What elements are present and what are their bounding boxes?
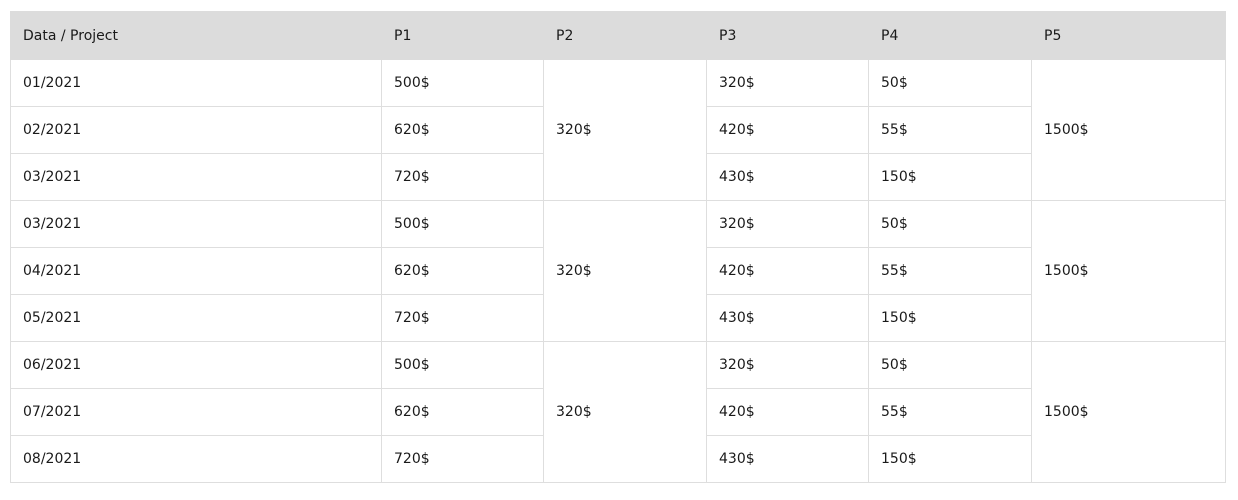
header-p5: P5 xyxy=(1031,11,1226,60)
cell-p4: 50$ xyxy=(868,59,1032,107)
cell-p4: 150$ xyxy=(868,294,1032,342)
cell-p1: 720$ xyxy=(381,435,544,483)
cell-p1: 620$ xyxy=(381,247,544,295)
cell-p3: 320$ xyxy=(706,200,869,248)
table-row: 06/2021 500$ 320$ 320$ 50$ 1500$ xyxy=(10,341,1226,483)
cell-date: 05/2021 xyxy=(10,294,382,342)
header-date-project: Data / Project xyxy=(10,11,382,60)
cell-p3: 430$ xyxy=(706,294,869,342)
cell-date: 03/2021 xyxy=(10,200,382,248)
header-row: Data / Project P1 P2 P3 P4 P5 xyxy=(10,11,1226,60)
header-p1: P1 xyxy=(381,11,544,60)
cell-p3: 430$ xyxy=(706,435,869,483)
cell-p5-merged: 1500$ xyxy=(1031,341,1226,483)
cell-p4: 50$ xyxy=(868,341,1032,389)
project-costs-table: Data / Project P1 P2 P3 P4 P5 01/2021 50… xyxy=(10,11,1226,483)
cell-p4: 55$ xyxy=(868,388,1032,436)
cell-date: 07/2021 xyxy=(10,388,382,436)
cell-p3: 420$ xyxy=(706,247,869,295)
cell-p4: 50$ xyxy=(868,200,1032,248)
cell-p3: 420$ xyxy=(706,106,869,154)
cell-date: 04/2021 xyxy=(10,247,382,295)
table-body: 01/2021 500$ 320$ 320$ 50$ 1500$ 02/2021… xyxy=(10,59,1226,483)
cell-date: 06/2021 xyxy=(10,341,382,389)
cell-p1: 620$ xyxy=(381,106,544,154)
cell-p4: 55$ xyxy=(868,106,1032,154)
cell-p3: 420$ xyxy=(706,388,869,436)
cell-p1: 720$ xyxy=(381,153,544,201)
cell-date: 01/2021 xyxy=(10,59,382,107)
header-p4: P4 xyxy=(868,11,1032,60)
cell-p2-merged: 320$ xyxy=(543,59,707,201)
table-row: 01/2021 500$ 320$ 320$ 50$ 1500$ xyxy=(10,59,1226,201)
cell-p3: 320$ xyxy=(706,59,869,107)
cell-p2-merged: 320$ xyxy=(543,200,707,342)
cell-p1: 500$ xyxy=(381,200,544,248)
cell-p1: 620$ xyxy=(381,388,544,436)
table-row: 03/2021 500$ 320$ 320$ 50$ 1500$ xyxy=(10,200,1226,342)
cell-p2-merged: 320$ xyxy=(543,341,707,483)
cell-p1: 500$ xyxy=(381,59,544,107)
table-header: Data / Project P1 P2 P3 P4 P5 xyxy=(10,11,1226,60)
cell-date: 02/2021 xyxy=(10,106,382,154)
cell-p1: 500$ xyxy=(381,341,544,389)
cell-p1: 720$ xyxy=(381,294,544,342)
cell-p4: 150$ xyxy=(868,153,1032,201)
header-p3: P3 xyxy=(706,11,869,60)
header-p2: P2 xyxy=(543,11,707,60)
cell-p5-merged: 1500$ xyxy=(1031,59,1226,201)
cell-p3: 320$ xyxy=(706,341,869,389)
data-table-container: Data / Project P1 P2 P3 P4 P5 01/2021 50… xyxy=(10,11,1226,483)
cell-p3: 430$ xyxy=(706,153,869,201)
cell-p5-merged: 1500$ xyxy=(1031,200,1226,342)
cell-date: 03/2021 xyxy=(10,153,382,201)
cell-date: 08/2021 xyxy=(10,435,382,483)
cell-p4: 150$ xyxy=(868,435,1032,483)
cell-p4: 55$ xyxy=(868,247,1032,295)
